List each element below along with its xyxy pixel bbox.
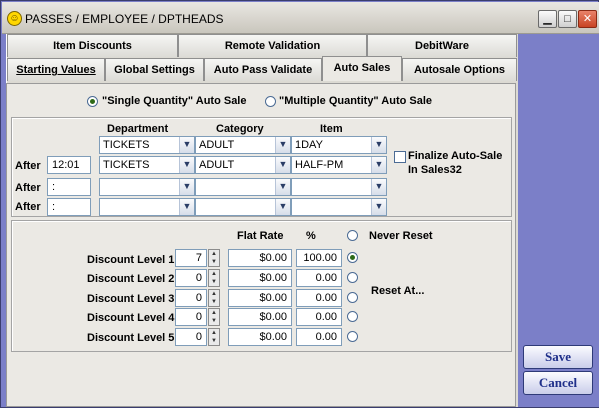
tab-item-discounts[interactable]: Item Discounts [7, 34, 178, 57]
department-dropdown[interactable]: ▼ [99, 198, 195, 216]
never-reset-radio[interactable] [347, 230, 358, 241]
chevron-down-icon: ▼ [275, 157, 290, 173]
chevron-down-icon: ▼ [371, 157, 386, 173]
percent-field[interactable]: 0.00 [296, 308, 342, 326]
spinner-icon[interactable]: ▲ ▼ [208, 328, 220, 346]
discount-level-label: Discount Level 2 [87, 273, 175, 285]
smiley-icon: ☺ [7, 11, 22, 26]
save-button[interactable]: Save [523, 345, 593, 369]
title-bar[interactable]: ☺ PASSES / EMPLOYEE / DPTHEADS ▁ □ ✕ [2, 2, 599, 34]
close-button[interactable]: ✕ [578, 10, 597, 28]
chevron-down-icon: ▼ [179, 179, 194, 195]
spinner-icon[interactable]: ▲ ▼ [208, 249, 220, 267]
flat-rate-field[interactable]: $0.00 [228, 328, 292, 346]
chevron-down-icon: ▼ [371, 179, 386, 195]
minimize-button[interactable]: ▁ [538, 10, 557, 28]
finalize-auto-sale-checkbox[interactable] [394, 151, 406, 163]
discount-level-label: Discount Level 1 [87, 254, 175, 266]
discount-qty-field[interactable]: 0 [175, 269, 207, 287]
maximize-button[interactable]: □ [558, 10, 577, 28]
reset-level-radio[interactable] [347, 311, 358, 322]
department-dropdown[interactable]: TICKETS ▼ [99, 136, 195, 154]
action-sidebar: Save Cancel [518, 34, 599, 407]
percent-field[interactable]: 0.00 [296, 328, 342, 346]
category-dropdown[interactable]: ▼ [195, 178, 291, 196]
chevron-down-icon: ▼ [371, 199, 386, 215]
after-time-field[interactable]: 12:01 [47, 156, 91, 174]
item-dropdown[interactable]: HALF-PM ▼ [291, 156, 387, 174]
chevron-down-icon: ▼ [275, 199, 290, 215]
discount-qty-field[interactable]: 7 [175, 249, 207, 267]
category-dropdown[interactable]: ▼ [195, 198, 291, 216]
tab-autosale-options[interactable]: Autosale Options [402, 58, 517, 81]
discount-qty-field[interactable]: 0 [175, 308, 207, 326]
item-dropdown[interactable]: 1DAY ▼ [291, 136, 387, 154]
tab-auto-sales[interactable]: Auto Sales [322, 56, 402, 81]
tab-starting-values[interactable]: Starting Values [7, 58, 105, 81]
tab-remote-validation[interactable]: Remote Validation [178, 34, 367, 57]
reset-level-radio[interactable] [347, 292, 358, 303]
flat-rate-field[interactable]: $0.00 [228, 308, 292, 326]
flat-rate-field[interactable]: $0.00 [228, 269, 292, 287]
item-dropdown[interactable]: ▼ [291, 198, 387, 216]
after-label: After [15, 182, 41, 194]
discount-level-label: Discount Level 4 [87, 312, 175, 324]
chevron-down-icon: ▼ [179, 137, 194, 153]
discount-level-label: Discount Level 3 [87, 293, 175, 305]
cancel-button[interactable]: Cancel [523, 371, 593, 395]
department-header: Department [107, 123, 169, 135]
chevron-down-icon: ▼ [275, 179, 290, 195]
reset-level-radio[interactable] [347, 272, 358, 283]
reset-level-radio[interactable] [347, 331, 358, 342]
chevron-down-icon: ▼ [275, 137, 290, 153]
app-window: ☺ PASSES / EMPLOYEE / DPTHEADS ▁ □ ✕ Ite… [0, 0, 599, 408]
multiple-quantity-radio[interactable] [265, 96, 276, 107]
reset-level-radio[interactable] [347, 252, 358, 263]
item-header: Item [320, 123, 343, 135]
flat-rate-header: Flat Rate [237, 230, 284, 242]
multiple-quantity-label: "Multiple Quantity" Auto Sale [279, 95, 433, 107]
category-header: Category [216, 123, 264, 135]
flat-rate-field[interactable]: $0.00 [228, 249, 292, 267]
after-label: After [15, 160, 41, 172]
spinner-icon[interactable]: ▲ ▼ [208, 308, 220, 326]
window-title: PASSES / EMPLOYEE / DPTHEADS [25, 12, 224, 26]
department-dropdown[interactable]: ▼ [99, 178, 195, 196]
percent-header: % [306, 230, 316, 242]
auto-sales-panel: "Single Quantity" Auto Sale "Multiple Qu… [6, 83, 516, 407]
after-label: After [15, 201, 41, 213]
discount-level-label: Discount Level 5 [87, 332, 175, 344]
category-dropdown[interactable]: ADULT ▼ [195, 136, 291, 154]
spinner-icon[interactable]: ▲ ▼ [208, 289, 220, 307]
percent-field[interactable]: 0.00 [296, 289, 342, 307]
reset-at-label: Reset At... [371, 285, 425, 297]
percent-field[interactable]: 100.00 [296, 249, 342, 267]
tab-auto-pass-validate[interactable]: Auto Pass Validate [204, 58, 322, 81]
item-dropdown[interactable]: ▼ [291, 178, 387, 196]
percent-field[interactable]: 0.00 [296, 269, 342, 287]
spinner-icon[interactable]: ▲ ▼ [208, 269, 220, 287]
single-quantity-radio[interactable] [87, 96, 98, 107]
after-time-field[interactable]: : [47, 198, 91, 216]
tab-debitware[interactable]: DebitWare [367, 34, 517, 57]
category-dropdown[interactable]: ADULT ▼ [195, 156, 291, 174]
chevron-down-icon: ▼ [371, 137, 386, 153]
tab-global-settings[interactable]: Global Settings [105, 58, 204, 81]
discount-qty-field[interactable]: 0 [175, 289, 207, 307]
discount-qty-field[interactable]: 0 [175, 328, 207, 346]
finalize-label-line1: Finalize Auto-Sale [408, 150, 503, 162]
department-dropdown[interactable]: TICKETS ▼ [99, 156, 195, 174]
after-time-field[interactable]: : [47, 178, 91, 196]
chevron-down-icon: ▼ [179, 157, 194, 173]
never-reset-label: Never Reset [369, 230, 433, 242]
finalize-label-line2: In Sales32 [408, 164, 462, 176]
flat-rate-field[interactable]: $0.00 [228, 289, 292, 307]
single-quantity-label: "Single Quantity" Auto Sale [102, 95, 247, 107]
chevron-down-icon: ▼ [179, 199, 194, 215]
